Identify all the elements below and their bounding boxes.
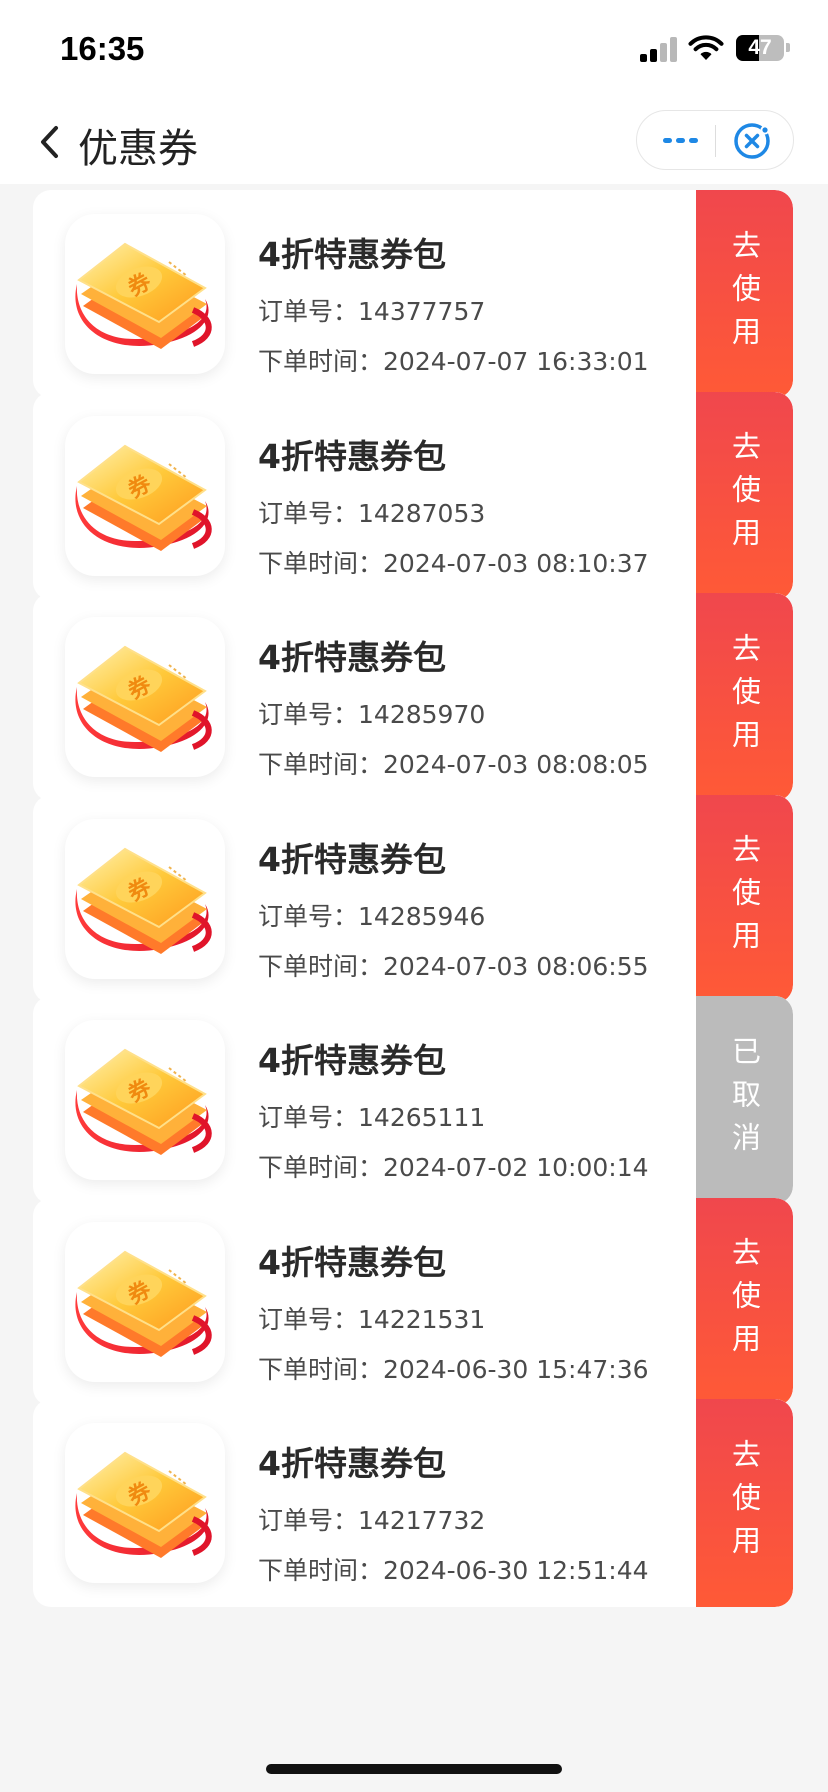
coupon-title: 4折特惠券包: [258, 235, 446, 274]
battery-percent: 47: [748, 36, 772, 59]
page-title: 优惠券: [78, 126, 198, 172]
use-button[interactable]: 去使用: [696, 391, 793, 600]
order-time-value: 2024-07-03 08:08:05: [383, 750, 649, 779]
order-number: 订单号：14221531: [258, 1300, 485, 1336]
order-time: 下单时间：2024-07-07 16:33:01: [258, 342, 649, 378]
order-time-label: 下单时间：: [258, 750, 384, 779]
order-time-label: 下单时间：: [258, 951, 384, 981]
order-number-value: 14217732: [358, 1506, 486, 1535]
order-time-label: 下单时间：: [258, 1556, 384, 1585]
order-time-label: 下单时间：: [258, 347, 384, 376]
coupon-title: 4折特惠券包: [258, 1242, 446, 1282]
order-time: 下单时间：2024-07-02 10:00:14: [258, 1148, 649, 1184]
use-button[interactable]: 去使用: [696, 1399, 793, 1607]
coupon-pack-icon: 券: [65, 818, 225, 979]
use-button[interactable]: 去使用: [696, 593, 793, 801]
order-time-value: 2024-07-07 16:33:01: [383, 347, 649, 376]
order-number: 订单号：14285970: [258, 695, 485, 731]
order-time-value: 2024-07-03 08:06:55: [383, 951, 649, 981]
order-number: 订单号：14287053: [258, 494, 485, 530]
battery-cap: [786, 43, 790, 52]
order-card-14287053: 券 4折特惠券包 订单号：14287053 下单时间：2024-07-03 08…: [33, 391, 793, 600]
capsule-divider: [715, 125, 716, 157]
order-number-value: 14377757: [358, 297, 486, 326]
status-time: 16:35: [60, 30, 145, 67]
order-number-value: 14287053: [358, 498, 486, 528]
home-indicator: [266, 1764, 562, 1774]
order-number: 订单号：14265111: [258, 1098, 485, 1134]
order-card-14265111: 券 4折特惠券包 订单号：14265111 下单时间：2024-07-02 10…: [33, 996, 793, 1204]
order-time-label: 下单时间：: [258, 1153, 384, 1182]
coupon-title: 4折特惠券包: [258, 1041, 446, 1080]
use-button[interactable]: 去使用: [696, 1197, 793, 1406]
mini-program-capsule: [636, 110, 794, 170]
order-card-14221531: 券 4折特惠券包 订单号：14221531 下单时间：2024-06-30 15…: [33, 1197, 793, 1406]
order-number: 订单号：14217732: [258, 1501, 485, 1537]
order-card-14377757: 券 4折特惠券包 订单号：14377757 下单时间：2024-07-07 16…: [33, 190, 793, 398]
order-number-value: 14221531: [358, 1304, 486, 1334]
order-number-value: 14265111: [358, 1103, 486, 1132]
cancelled-badge: 已取消: [696, 996, 793, 1204]
order-time-label: 下单时间：: [258, 548, 384, 578]
chevron-left-icon[interactable]: [36, 120, 66, 164]
order-number-label: 订单号：: [258, 297, 359, 326]
close-circle-icon[interactable]: [732, 121, 772, 161]
order-number-label: 订单号：: [258, 1103, 359, 1132]
coupon-pack-icon: 券: [65, 214, 225, 374]
order-card-14217732: 券 4折特惠券包 订单号：14217732 下单时间：2024-06-30 12…: [33, 1399, 793, 1607]
order-number-label: 订单号：: [258, 498, 359, 528]
wifi-icon: [688, 35, 724, 60]
coupon-pack-icon: 券: [65, 1423, 225, 1583]
battery-icon: 47: [736, 35, 784, 61]
order-time: 下单时间：2024-07-03 08:10:37: [258, 544, 649, 580]
coupon-pack-icon: 券: [65, 1020, 225, 1180]
order-time: 下单时间：2024-07-03 08:08:05: [258, 745, 649, 781]
order-number-label: 订单号：: [258, 1304, 359, 1334]
order-time-label: 下单时间：: [258, 1354, 384, 1384]
order-number-label: 订单号：: [258, 901, 359, 931]
order-card-14285946: 券 4折特惠券包 订单号：14285946 下单时间：2024-07-03 08…: [33, 794, 793, 1003]
order-number: 订单号：14285946: [258, 897, 485, 933]
order-time: 下单时间：2024-07-03 08:06:55: [258, 947, 649, 983]
coupon-title: 4折特惠券包: [258, 436, 446, 476]
coupon-title: 4折特惠券包: [258, 839, 446, 879]
order-time-value: 2024-06-30 15:47:36: [383, 1354, 649, 1384]
order-time-value: 2024-07-02 10:00:14: [383, 1153, 649, 1182]
order-time-value: 2024-06-30 12:51:44: [383, 1556, 649, 1585]
status-icons: 47: [640, 34, 792, 64]
order-number-value: 14285946: [358, 901, 486, 931]
use-button[interactable]: 去使用: [696, 794, 793, 1003]
signal-icon: [640, 36, 680, 62]
coupon-title: 4折特惠券包: [258, 638, 446, 677]
status-bar: 16:35 47: [0, 0, 828, 100]
order-time-value: 2024-07-03 08:10:37: [383, 548, 649, 578]
coupon-pack-icon: 券: [65, 617, 225, 777]
order-number-value: 14285970: [358, 700, 486, 729]
nav-bar: 优惠券: [0, 100, 828, 184]
order-number-label: 订单号：: [258, 700, 359, 729]
use-button[interactable]: 去使用: [696, 190, 793, 398]
order-card-14285970: 券 4折特惠券包 订单号：14285970 下单时间：2024-07-03 08…: [33, 593, 793, 801]
coupon-pack-icon: 券: [65, 1221, 225, 1382]
order-number-label: 订单号：: [258, 1506, 359, 1535]
order-time: 下单时间：2024-06-30 15:47:36: [258, 1350, 649, 1386]
order-number: 订单号：14377757: [258, 292, 485, 328]
coupon-pack-icon: 券: [65, 415, 225, 576]
more-dots-icon[interactable]: [661, 127, 701, 155]
coupon-title: 4折特惠券包: [258, 1444, 446, 1483]
order-time: 下单时间：2024-06-30 12:51:44: [258, 1551, 649, 1587]
